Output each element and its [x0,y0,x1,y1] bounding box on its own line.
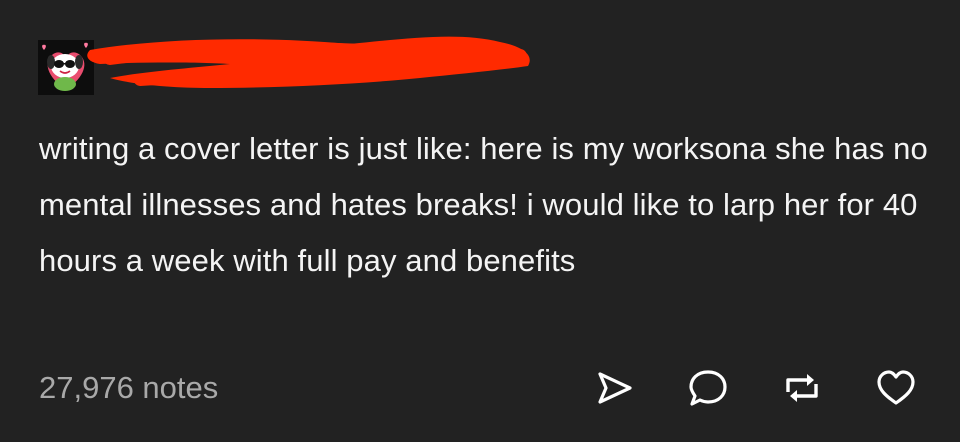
reblog-button[interactable] [780,366,824,410]
share-button[interactable] [592,366,636,410]
heart-icon [877,370,915,405]
post-footer: 27,976 notes [0,360,960,416]
reply-icon [689,370,727,406]
notes-count[interactable]: 27,976 notes [39,368,218,408]
post-card: writing a cover letter is just like: her… [0,0,960,442]
reblog-icon [786,374,818,402]
share-icon [598,372,632,404]
post-body-text: writing a cover letter is just like: her… [39,131,928,278]
like-button[interactable] [874,366,918,410]
reply-button[interactable] [686,366,730,410]
username-redaction [87,36,530,88]
